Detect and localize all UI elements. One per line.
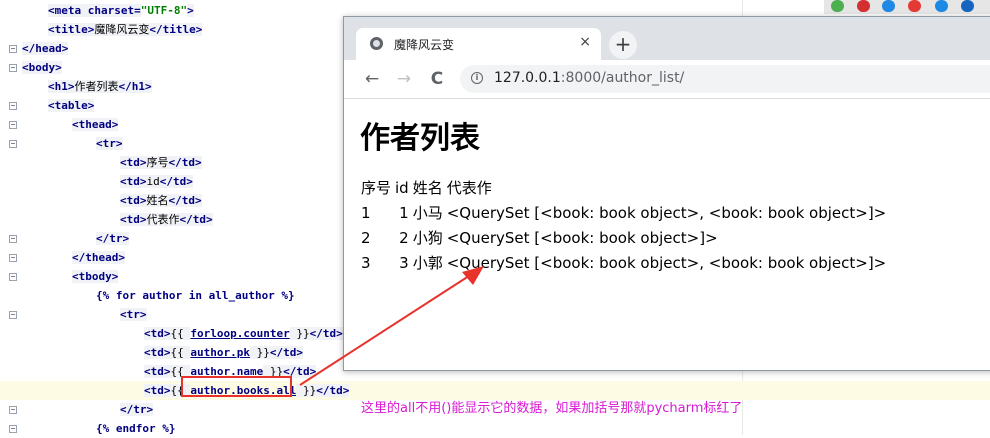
annotation-note: 这里的all不用()能显示它的数据，如果加括号那就pycharm标红了: [361, 401, 743, 416]
annotation-arrow: [299, 266, 484, 386]
